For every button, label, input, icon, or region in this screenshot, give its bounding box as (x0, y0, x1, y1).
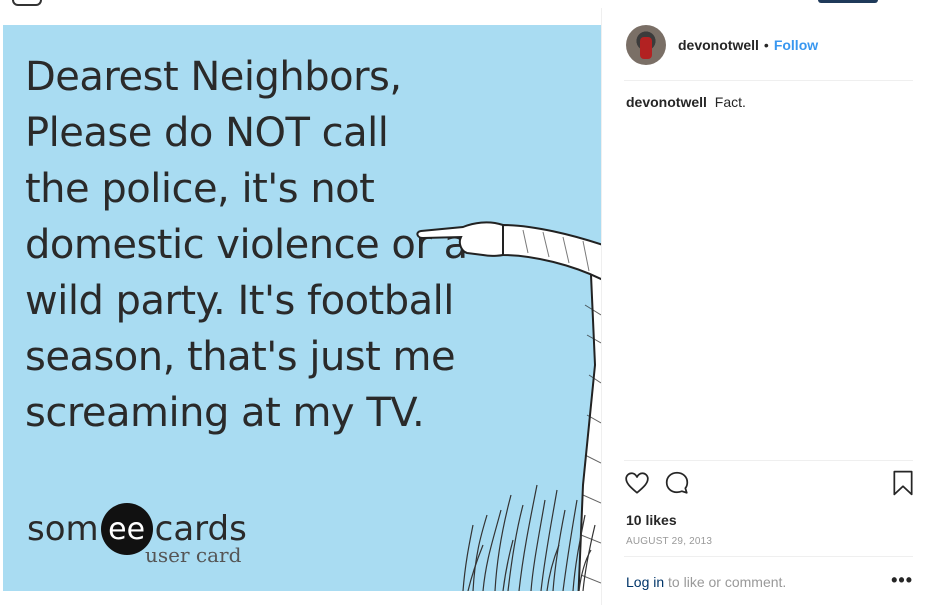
header-username[interactable]: devonotwell (678, 37, 759, 53)
avatar[interactable] (626, 24, 666, 65)
post-sidebar: devonotwell • Follow devonotwell Fact. 1… (601, 8, 936, 605)
caption-text: Fact. (714, 94, 746, 110)
post-image[interactable]: Dearest Neighbors, Please do NOT call th… (3, 25, 601, 591)
post-actions: 10 likes AUGUST 29, 2013 Log in to like … (602, 460, 936, 605)
heart-icon[interactable] (624, 470, 650, 501)
brand-text-left: som (27, 509, 99, 549)
likes-count[interactable]: 10 likes (626, 512, 677, 528)
header-separator: • (763, 36, 769, 53)
login-prompt: Log in to like or comment. ••• (602, 556, 936, 605)
bookmark-icon[interactable] (892, 470, 914, 501)
login-text: Log in to like or comment. (626, 574, 786, 590)
post-caption: devonotwell Fact. (626, 94, 746, 110)
nav-button-fragment (818, 0, 878, 3)
brand-subtitle: user card (145, 543, 242, 567)
grass-illustration (462, 484, 596, 591)
post-date[interactable]: AUGUST 29, 2013 (626, 536, 712, 547)
nav-icon-fragment (12, 0, 42, 6)
more-options-icon[interactable]: ••• (891, 570, 913, 591)
caption-username[interactable]: devonotwell (626, 94, 707, 110)
login-link[interactable]: Log in (626, 574, 664, 590)
comment-icon[interactable] (664, 470, 690, 501)
someecards-logo: som ee cards user card (27, 503, 247, 567)
card-line: Dearest Neighbors, (25, 54, 402, 100)
post-modal: Dearest Neighbors, Please do NOT call th… (0, 8, 936, 605)
action-buttons-row (624, 470, 914, 500)
card-line: Please do NOT call (25, 110, 389, 156)
login-text-rest: to like or comment. (664, 574, 787, 590)
follow-button[interactable]: Follow (774, 37, 818, 53)
post-header: devonotwell • Follow (602, 8, 936, 81)
